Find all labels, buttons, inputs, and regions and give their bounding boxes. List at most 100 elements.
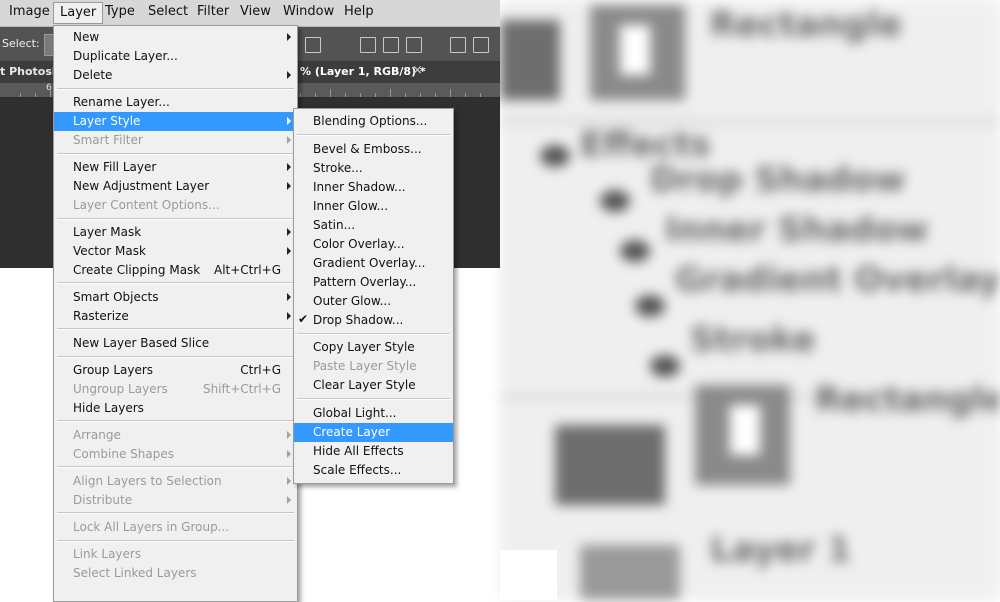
style_menu-item-gradient-overlay[interactable]: Gradient Overlay...	[294, 254, 453, 273]
auto-select-label: Select:	[2, 37, 40, 50]
menu-select[interactable]: Select	[148, 4, 188, 19]
menu-window[interactable]: Window	[283, 4, 334, 19]
distribute-center-icon[interactable]	[473, 37, 489, 53]
checkmark-icon: ✔	[298, 311, 309, 326]
menu-item-label: Inner Glow...	[313, 198, 389, 213]
eye-icon	[635, 295, 665, 317]
blurred-layer-name: Rectangle	[710, 5, 902, 45]
blurred-effects-label: Effects	[580, 125, 711, 165]
divider	[500, 120, 1000, 123]
menu-separator	[57, 87, 294, 90]
layer_menu-item-layer-style[interactable]: Layer Style	[54, 111, 297, 131]
layer_menu-item-smart-objects[interactable]: Smart Objects	[54, 288, 297, 307]
blurred-effect: Drop Shadow	[650, 160, 906, 200]
layer_menu-item-vector-mask[interactable]: Vector Mask	[54, 242, 297, 261]
style_menu-item-pattern-overlay[interactable]: Pattern Overlay...	[294, 273, 453, 292]
layer_menu-item-layer-mask[interactable]: Layer Mask	[54, 223, 297, 242]
layer_menu-item-new-fill-layer[interactable]: New Fill Layer	[54, 158, 297, 177]
style_menu-item-global-light[interactable]: Global Light...	[294, 404, 453, 423]
vector-mask-thumbnail	[695, 385, 790, 485]
menu-item-label: Rename Layer...	[73, 94, 170, 109]
style_menu-item-drop-shadow[interactable]: ✔ Drop Shadow...	[294, 311, 453, 330]
style_menu-item-create-layer[interactable]: Create Layer	[294, 422, 453, 442]
style_menu-item-clear-layer-style[interactable]: Clear Layer Style	[294, 376, 453, 395]
menu-item-label: Hide Layers	[73, 400, 144, 415]
style_menu-item-scale-effects[interactable]: Scale Effects...	[294, 461, 453, 480]
menu-item-label: Clear Layer Style	[313, 378, 416, 392]
menu-item-label: Gradient Overlay...	[313, 255, 426, 270]
menu-image[interactable]: Image	[9, 4, 50, 19]
layer_menu-item-rename-layer[interactable]: Rename Layer...	[54, 93, 297, 112]
submenu-arrow-icon	[287, 116, 291, 125]
eye-icon	[620, 240, 650, 262]
menu-item-label: Duplicate Layer...	[73, 48, 178, 63]
layer_menu-item-duplicate-layer[interactable]: Duplicate Layer...	[54, 47, 297, 66]
style_menu-item-paste-layer-style: Paste Layer Style	[294, 357, 453, 376]
submenu-arrow-icon	[287, 135, 291, 144]
menu-item-label: Layer Style	[73, 113, 141, 128]
layer_menu-item-group-layers[interactable]: Group Layers Ctrl+G	[54, 361, 297, 380]
menu-item-label: Group Layers	[73, 362, 154, 377]
layer_menu-item-distribute: Distribute	[54, 491, 297, 510]
menu-item-label: Global Light...	[313, 405, 397, 420]
menu-item-label: Blending Options...	[313, 114, 428, 128]
align-icon[interactable]	[305, 37, 321, 53]
menu-help[interactable]: Help	[344, 4, 374, 19]
blurred-effect: Stroke	[690, 320, 816, 360]
distribute-top-icon[interactable]	[450, 37, 466, 53]
menu-item-shortcut: Shift+Ctrl+G	[202, 381, 281, 396]
menu-type[interactable]: Type	[105, 4, 135, 19]
submenu-arrow-icon	[287, 227, 291, 236]
style_menu-item-copy-layer-style[interactable]: Copy Layer Style	[294, 338, 453, 357]
style_menu-item-blending-options[interactable]: Blending Options...	[294, 112, 453, 131]
menu-separator	[57, 217, 294, 220]
style_menu-item-satin[interactable]: Satin...	[294, 216, 453, 235]
menu-separator	[57, 152, 294, 155]
style_menu-item-color-overlay[interactable]: Color Overlay...	[294, 235, 453, 254]
style_menu-item-outer-glow[interactable]: Outer Glow...	[294, 292, 453, 311]
style_menu-item-inner-shadow[interactable]: Inner Shadow...	[294, 178, 453, 197]
menu-layer[interactable]: Layer	[53, 2, 104, 24]
menu-item-label: Inner Shadow...	[313, 179, 406, 194]
layer_menu-item-arrange: Arrange	[54, 426, 297, 445]
layer_menu-item-hide-layers[interactable]: Hide Layers	[54, 399, 297, 418]
blurred-layers-panel: Rectangle Effects Drop Shadow Inner Shad…	[500, 0, 1000, 600]
menu-item-label: Create Clipping Mask	[73, 262, 201, 277]
menu-item-label: New	[73, 30, 100, 44]
style_menu-item-stroke[interactable]: Stroke...	[294, 159, 453, 178]
blurred-effect: Gradient Overlay	[675, 260, 1000, 300]
menu-filter[interactable]: Filter	[197, 4, 229, 19]
style_menu-item-bevel-and-emboss[interactable]: Bevel & Emboss...	[294, 140, 453, 159]
document-tab-active[interactable]: % (Layer 1, RGB/8) *	[300, 65, 426, 78]
menu-item-label: Arrange	[73, 427, 121, 442]
menu-item-shortcut: Alt+Ctrl+G	[213, 262, 281, 277]
menu-view[interactable]: View	[240, 4, 271, 19]
layer_menu-item-new-layer-based-slice[interactable]: New Layer Based Slice	[54, 334, 297, 353]
align-left-icon[interactable]	[360, 37, 376, 53]
layer_menu-item-new[interactable]: New	[54, 28, 297, 47]
submenu-arrow-icon	[287, 70, 291, 79]
menu-item-label: New Layer Based Slice	[73, 335, 210, 350]
menu-item-label: Bevel & Emboss...	[313, 141, 422, 156]
menu-separator	[57, 355, 294, 358]
close-icon[interactable]: ×	[412, 63, 423, 78]
align-center-icon[interactable]	[383, 37, 399, 53]
align-right-icon[interactable]	[406, 37, 422, 53]
menu-item-label: Scale Effects...	[313, 462, 402, 477]
menu-item-label: Create Layer	[313, 424, 391, 439]
menu-item-label: Link Layers	[73, 546, 142, 561]
style_menu-item-hide-all-effects[interactable]: Hide All Effects	[294, 442, 453, 461]
eye-icon	[650, 355, 680, 377]
layer_menu-item-delete[interactable]: Delete	[54, 66, 297, 85]
layer_menu-item-new-adjustment-layer[interactable]: New Adjustment Layer	[54, 177, 297, 196]
menu-separator	[297, 398, 450, 400]
submenu-arrow-icon	[287, 181, 291, 190]
style_menu-item-inner-glow[interactable]: Inner Glow...	[294, 197, 453, 216]
layer_menu-item-rasterize[interactable]: Rasterize	[54, 307, 297, 326]
menu-separator	[57, 539, 294, 542]
layer_menu-item-create-clipping-mask[interactable]: Create Clipping Mask Alt+Ctrl+G	[54, 261, 297, 280]
layer_menu-item-link-layers: Link Layers	[54, 545, 297, 564]
menu-item-label: Rasterize	[73, 308, 129, 323]
blurred-effect: Inner Shadow	[665, 210, 929, 250]
layer-thumbnail	[555, 425, 665, 505]
